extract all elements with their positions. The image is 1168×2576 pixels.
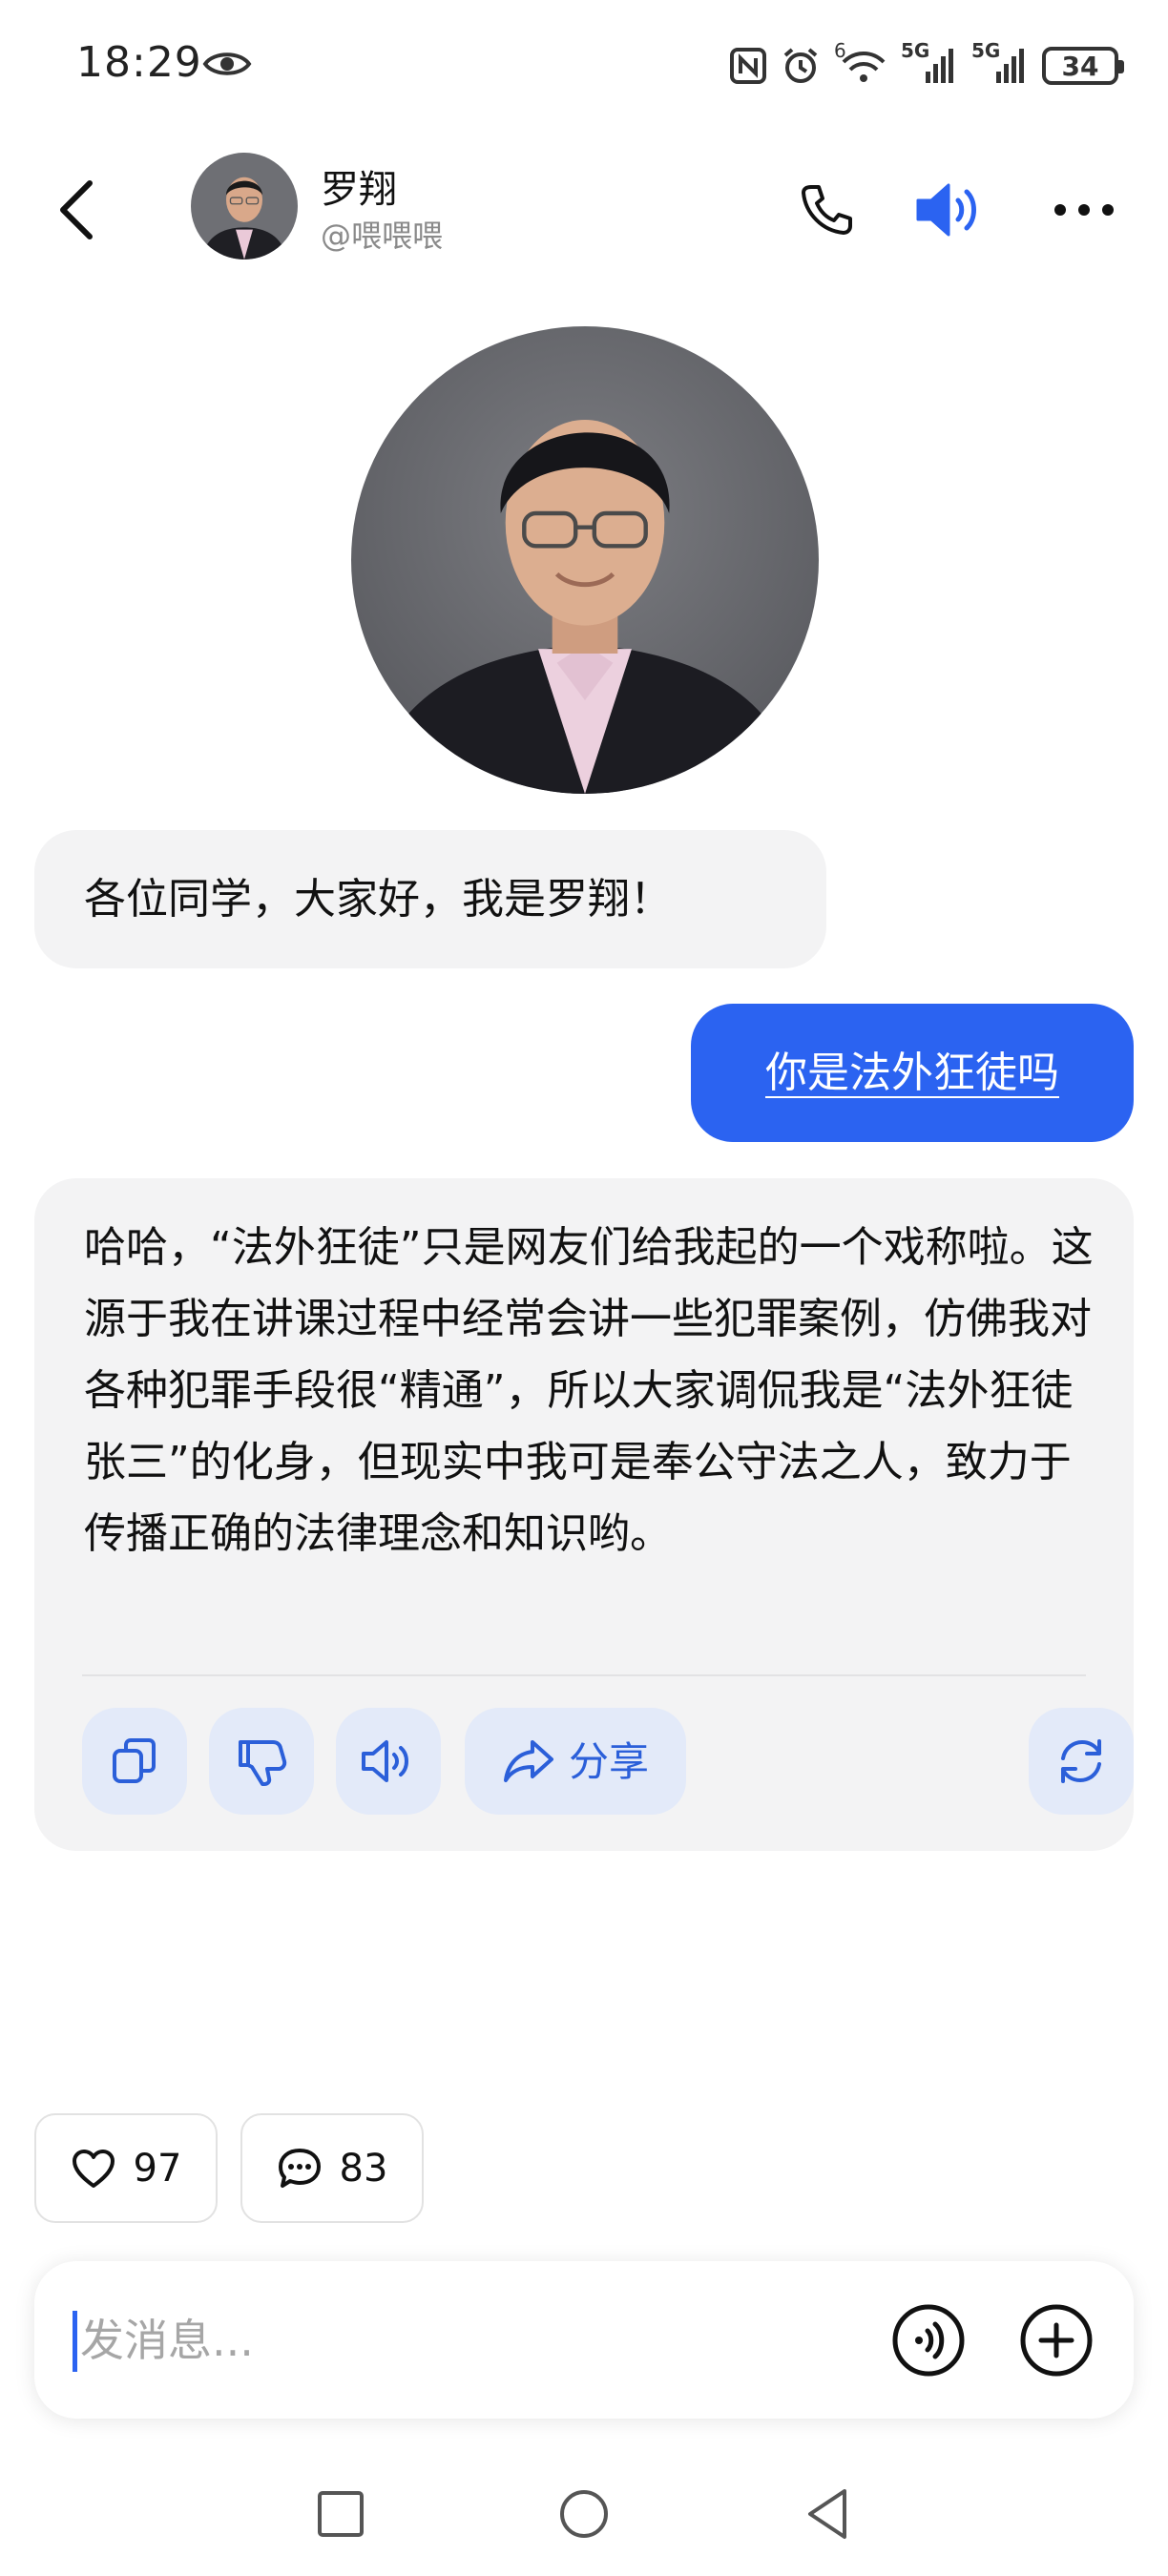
battery-level: 34 bbox=[1061, 50, 1099, 82]
read-aloud-button[interactable] bbox=[336, 1708, 441, 1815]
more-icon bbox=[1054, 204, 1114, 216]
message-input[interactable] bbox=[78, 2290, 842, 2390]
add-button[interactable] bbox=[1012, 2296, 1101, 2385]
voice-button[interactable] bbox=[884, 2296, 973, 2385]
status-time: 18:29 bbox=[76, 38, 202, 87]
character-avatar bbox=[351, 326, 819, 794]
speaker-icon bbox=[916, 183, 976, 237]
header-avatar[interactable] bbox=[191, 153, 298, 260]
eye-icon bbox=[202, 52, 252, 75]
avatar-portrait bbox=[191, 153, 298, 260]
contact-name: 罗翔 bbox=[321, 168, 397, 212]
message-composer bbox=[34, 2261, 1134, 2419]
share-button[interactable]: 分享 bbox=[465, 1708, 686, 1815]
heart-icon bbox=[72, 2149, 115, 2188]
like-button[interactable]: 97 bbox=[34, 2113, 218, 2223]
status-bar: 18:29 6 5G 5G 34 bbox=[0, 0, 1168, 134]
thumbs-down-icon bbox=[239, 1740, 287, 1786]
circle-icon bbox=[560, 2490, 608, 2538]
signal-icon bbox=[996, 49, 1024, 83]
bot-reply-text: 哈哈，“法外狂徒”只是网友们给我起的一个戏称啦。这源于我在讲课过程中经常会讲一些… bbox=[84, 1223, 1094, 1558]
message-actions: 分享 bbox=[82, 1708, 1134, 1815]
like-count: 97 bbox=[133, 2146, 182, 2191]
share-label: 分享 bbox=[568, 1737, 649, 1785]
divider bbox=[82, 1674, 1086, 1676]
recent-apps-button[interactable] bbox=[298, 2471, 384, 2557]
chevron-left-icon bbox=[60, 180, 93, 239]
triangle-back-icon bbox=[808, 2489, 846, 2539]
battery-indicator: 34 bbox=[1042, 47, 1124, 85]
comment-icon bbox=[278, 2148, 321, 2188]
speaker-button[interactable] bbox=[912, 172, 989, 248]
back-button[interactable] bbox=[38, 172, 115, 248]
refresh-icon bbox=[1061, 1739, 1101, 1783]
share-icon bbox=[503, 1740, 553, 1782]
square-icon bbox=[318, 2491, 364, 2537]
text-cursor bbox=[73, 2311, 77, 2372]
speaker-icon bbox=[362, 1740, 408, 1782]
bot-message-text: 各位同学，大家好，我是罗翔！ bbox=[84, 875, 672, 924]
user-message-text: 你是法外狂徒吗 bbox=[765, 1049, 1059, 1097]
signal-icon bbox=[926, 49, 953, 83]
comment-button[interactable]: 83 bbox=[240, 2113, 424, 2223]
cell-signal-1: 5G bbox=[901, 39, 958, 87]
phone-icon bbox=[802, 185, 852, 235]
user-message: 你是法外狂徒吗 bbox=[691, 1004, 1134, 1142]
home-button[interactable] bbox=[541, 2471, 627, 2557]
chat-header: 罗翔 @喂喂喂 bbox=[0, 143, 1168, 277]
avatar-portrait bbox=[351, 326, 819, 794]
nfc-icon bbox=[730, 48, 766, 84]
wifi-badge: 6 bbox=[834, 39, 846, 62]
bot-reply: 哈哈，“法外狂徒”只是网友们给我起的一个戏称啦。这源于我在讲课过程中经常会讲一些… bbox=[34, 1178, 1134, 1851]
comment-count: 83 bbox=[339, 2146, 388, 2191]
alarm-icon bbox=[783, 48, 818, 83]
voice-icon bbox=[892, 2304, 965, 2377]
call-button[interactable] bbox=[788, 172, 865, 248]
system-navigation-bar bbox=[0, 2462, 1168, 2576]
copy-button[interactable] bbox=[82, 1708, 187, 1815]
wifi-indicator: 6 bbox=[834, 39, 887, 87]
contact-handle: @喂喂喂 bbox=[321, 218, 444, 254]
status-icons: 6 5G 5G 34 bbox=[729, 39, 1124, 90]
dislike-button[interactable] bbox=[209, 1708, 314, 1815]
copy-icon bbox=[113, 1738, 156, 1783]
regenerate-button[interactable] bbox=[1029, 1708, 1134, 1815]
more-button[interactable] bbox=[1046, 172, 1122, 248]
cell-signal-2: 5G bbox=[971, 39, 1029, 87]
back-nav-button[interactable] bbox=[784, 2471, 870, 2557]
bot-message: 各位同学，大家好，我是罗翔！ bbox=[34, 830, 826, 968]
plus-icon bbox=[1020, 2304, 1093, 2377]
